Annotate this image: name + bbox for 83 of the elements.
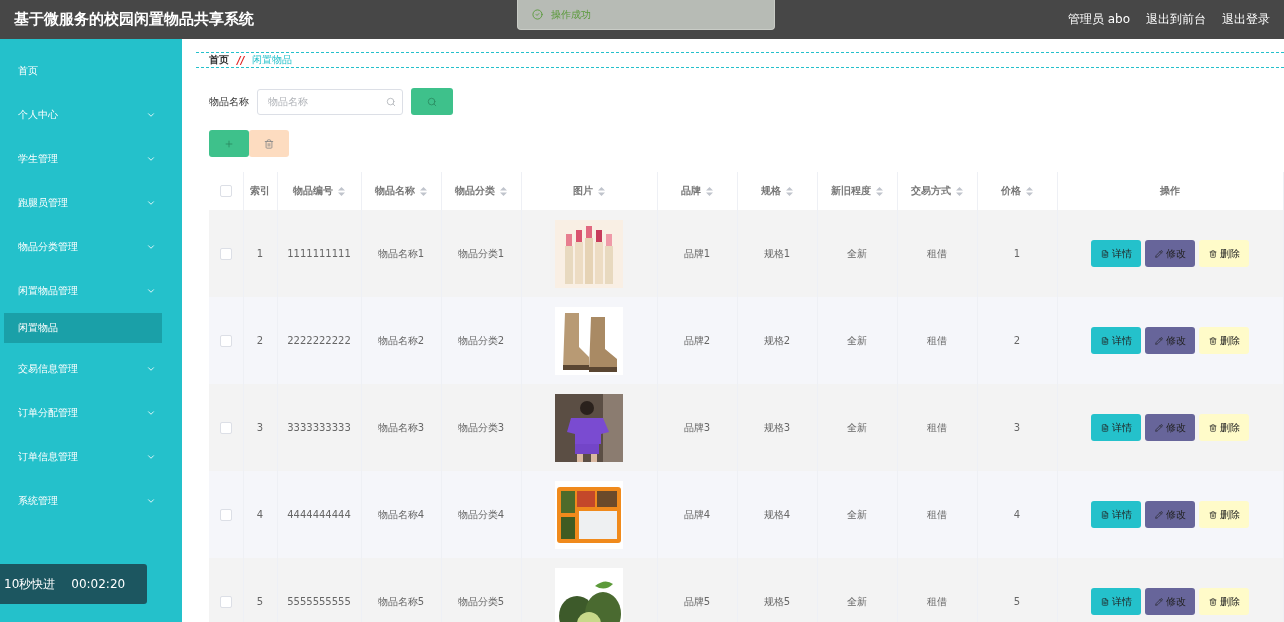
success-toast: 操作成功 <box>517 0 775 30</box>
chevron-icon <box>146 364 156 374</box>
detail-button[interactable]: 详情 <box>1091 327 1141 354</box>
trash-icon <box>1208 423 1217 432</box>
sidebar-subitem[interactable]: 闲置物品 <box>4 313 162 343</box>
add-button[interactable] <box>209 130 249 157</box>
sort-icon <box>420 186 427 196</box>
chevron-icon <box>146 198 156 208</box>
pencil-icon <box>1154 510 1163 519</box>
pencil-icon <box>1154 249 1163 258</box>
detail-button[interactable]: 详情 <box>1091 414 1141 441</box>
table-cell: 物品分类5 <box>441 558 521 622</box>
trash-icon <box>1208 597 1217 606</box>
table-cell: 租借 <box>897 558 977 622</box>
document-icon <box>1100 597 1109 606</box>
detail-button[interactable]: 详情 <box>1091 588 1141 615</box>
table-cell: 5 <box>977 558 1057 622</box>
delete-button[interactable]: 删除 <box>1199 501 1249 528</box>
delete-button[interactable]: 删除 <box>1199 240 1249 267</box>
chevron-icon <box>146 242 156 252</box>
checkbox[interactable] <box>219 247 232 260</box>
table-cell: 物品名称5 <box>361 558 441 622</box>
table-cell: 品牌5 <box>657 558 737 622</box>
document-icon <box>1100 336 1109 345</box>
search-icon <box>427 96 437 107</box>
chevron-icon <box>146 452 156 462</box>
checkbox[interactable] <box>219 334 232 347</box>
document-icon <box>1100 423 1109 432</box>
checkbox[interactable] <box>219 595 232 608</box>
sort-icon <box>500 186 507 196</box>
check-icon <box>532 9 543 20</box>
chevron-icon <box>146 110 156 120</box>
sort-icon <box>706 186 713 196</box>
document-icon <box>1100 510 1109 519</box>
app-title: 基于微服务的校园闲置物品共享系统 <box>14 10 254 29</box>
delete-button[interactable]: 删除 <box>1199 327 1249 354</box>
search-button[interactable] <box>411 88 453 115</box>
delete-button[interactable] <box>249 130 289 157</box>
checkbox[interactable] <box>219 185 232 197</box>
trash-icon <box>1208 336 1217 345</box>
edit-button[interactable]: 修改 <box>1145 327 1195 354</box>
delete-button[interactable]: 删除 <box>1199 588 1249 615</box>
edit-button[interactable]: 修改 <box>1145 501 1195 528</box>
table-cell: 全新 <box>817 558 897 622</box>
time-label: 00:02:20 <box>71 577 126 591</box>
search-field[interactable]: 物品名称 <box>257 88 403 115</box>
sort-icon <box>1026 186 1033 196</box>
breadcrumb-link[interactable]: 首页 <box>209 53 229 67</box>
detail-button[interactable]: 详情 <box>1091 240 1141 267</box>
header-link[interactable]: 退出登录 <box>1222 11 1270 28</box>
skip-button[interactable]: 10秒快进 <box>4 575 56 593</box>
checkbox[interactable] <box>219 421 232 434</box>
trash-icon <box>264 138 274 149</box>
table-cell: 规格5 <box>737 558 817 622</box>
sort-icon <box>786 186 793 196</box>
chevron-icon <box>146 154 156 164</box>
plus-icon <box>224 138 234 149</box>
header-link[interactable]: 退出到前台 <box>1146 11 1206 28</box>
sort-icon <box>338 186 345 196</box>
pencil-icon <box>1154 423 1163 432</box>
chevron-icon <box>146 408 156 418</box>
edit-button[interactable]: 修改 <box>1145 414 1195 441</box>
delete-button[interactable]: 删除 <box>1199 414 1249 441</box>
edit-button[interactable]: 修改 <box>1145 588 1195 615</box>
breadcrumb-separator: // <box>237 54 245 66</box>
checkbox[interactable] <box>219 508 232 521</box>
document-icon <box>1100 249 1109 258</box>
pencil-icon <box>1154 336 1163 345</box>
sort-icon <box>956 186 963 196</box>
sort-icon <box>598 186 605 196</box>
chevron-icon <box>146 496 156 506</box>
table-cell: 5 <box>243 558 277 622</box>
pencil-icon <box>1154 597 1163 606</box>
sort-icon <box>876 186 883 196</box>
chevron-icon <box>146 286 156 296</box>
detail-button[interactable]: 详情 <box>1091 501 1141 528</box>
trash-icon <box>1208 510 1217 519</box>
user-label: 管理员 abo <box>1067 11 1130 28</box>
trash-icon <box>1208 249 1217 258</box>
search-icon <box>386 96 396 107</box>
table-cell: 5555555555 <box>277 558 361 622</box>
search-label: 物品名称 <box>209 94 249 109</box>
edit-button[interactable]: 修改 <box>1145 240 1195 267</box>
